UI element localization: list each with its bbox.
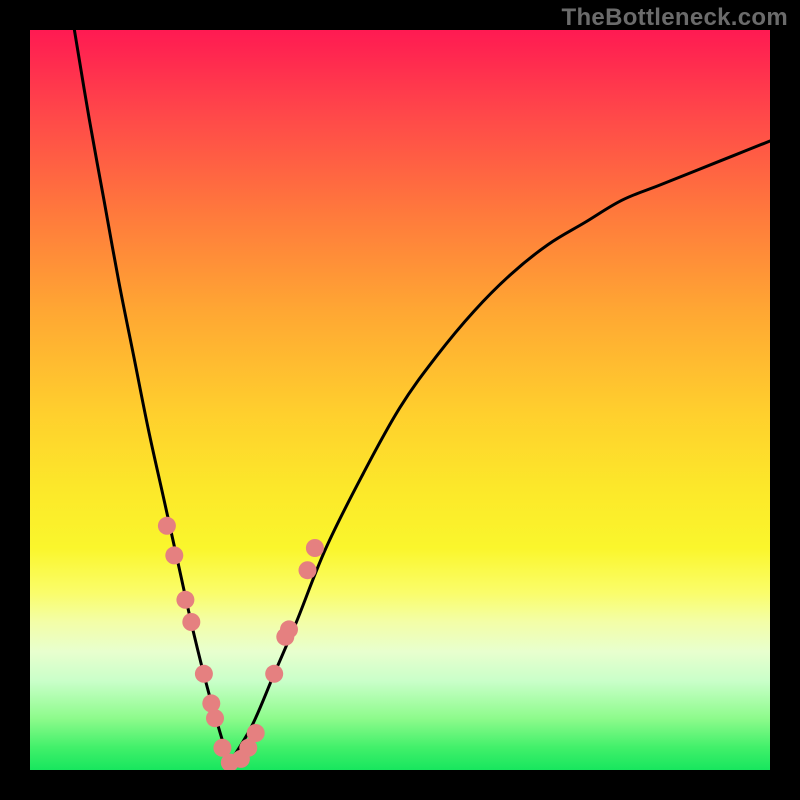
curve-right-branch bbox=[230, 141, 770, 763]
dots-group bbox=[158, 517, 324, 770]
chart-svg bbox=[30, 30, 770, 770]
plot-area bbox=[30, 30, 770, 770]
data-point bbox=[265, 665, 283, 683]
data-point bbox=[158, 517, 176, 535]
watermark-text: TheBottleneck.com bbox=[562, 4, 788, 32]
data-point bbox=[176, 591, 194, 609]
data-point bbox=[280, 620, 298, 638]
curve-left-branch bbox=[74, 30, 229, 763]
data-point bbox=[299, 561, 317, 579]
data-point bbox=[247, 724, 265, 742]
data-point bbox=[182, 613, 200, 631]
chart-frame: TheBottleneck.com bbox=[0, 0, 800, 800]
data-point bbox=[206, 709, 224, 727]
curve-group bbox=[74, 30, 770, 763]
data-point bbox=[306, 539, 324, 557]
data-point bbox=[165, 546, 183, 564]
data-point bbox=[195, 665, 213, 683]
